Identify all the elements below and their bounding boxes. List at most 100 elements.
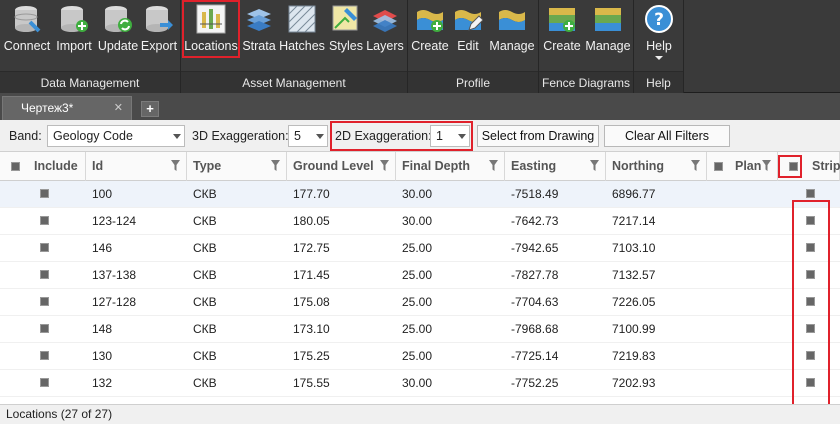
profile-create-button[interactable]: Create [410, 0, 450, 70]
group-label-data-management: Data Management [0, 71, 180, 93]
filter-funnel-icon[interactable] [691, 160, 700, 171]
cell-id: 100 [92, 187, 113, 201]
fence-manage-icon [595, 8, 621, 31]
clear-all-filters-button[interactable]: Clear All Filters [604, 125, 730, 147]
filter-funnel-icon[interactable] [762, 160, 771, 171]
band-select-value: Geology Code [53, 129, 133, 143]
hatch-pattern-icon [288, 5, 316, 33]
cell-type: СКВ [193, 376, 217, 390]
styles-palette-icon [332, 5, 358, 31]
update-label: Update [97, 39, 139, 53]
cell-northing: 6896.77 [612, 187, 656, 201]
filter-funnel-icon[interactable] [380, 160, 389, 171]
profile-manage-button[interactable]: Manage [488, 0, 536, 70]
update-button[interactable]: Update [96, 0, 140, 70]
locations-button[interactable]: Locations [182, 0, 240, 58]
select-from-drawing-button[interactable]: Select from Drawing [477, 125, 599, 147]
exaggeration-2d-select[interactable]: 1 [430, 125, 470, 147]
strata-button[interactable]: Strata [242, 0, 276, 70]
column-header-type[interactable]: Type [187, 152, 287, 181]
column-header-final-depth[interactable]: Final Depth [396, 152, 505, 181]
grid-header: Include Id Type Ground Level Final Depth East… [0, 152, 840, 181]
group-profile: Create Edit Manage Profile [408, 0, 539, 93]
styles-button[interactable]: Styles [328, 0, 364, 70]
exaggeration-2d-value: 1 [436, 129, 443, 143]
cell-easting: -7704.63 [511, 295, 559, 309]
profile-edit-button[interactable]: Edit [452, 0, 484, 70]
column-header-include[interactable]: Include [0, 152, 86, 181]
new-tab-button[interactable]: + [141, 101, 159, 117]
table-row[interactable]: 127-128 СКВ 175.08 25.00 -7704.63 7226.05 [0, 289, 840, 316]
close-tab-icon[interactable]: ✕ [114, 97, 123, 119]
profile-manage-label: Manage [489, 39, 535, 53]
strip-checkbox[interactable] [806, 378, 815, 387]
strip-checkbox[interactable] [806, 243, 815, 252]
filter-funnel-icon[interactable] [590, 160, 599, 171]
table-row[interactable]: 132 СКВ 175.55 30.00 -7752.25 7202.93 [0, 370, 840, 397]
strip-checkbox[interactable] [806, 189, 815, 198]
include-checkbox[interactable] [40, 189, 49, 198]
strip-checkbox[interactable] [806, 297, 815, 306]
table-row[interactable]: 134СКВ173.0530.00-7777.817178.53 [0, 397, 840, 404]
include-checkbox[interactable] [40, 216, 49, 225]
column-header-id[interactable]: Id [86, 152, 187, 181]
fence-manage-button[interactable]: Manage [584, 0, 632, 70]
table-row[interactable]: 148 СКВ 173.10 25.00 -7968.68 7100.99 [0, 316, 840, 343]
fence-create-label: Create [543, 39, 581, 53]
hatches-button[interactable]: Hatches [278, 0, 326, 70]
table-row[interactable]: 123-124 СКВ 180.05 30.00 -7642.73 7217.14 [0, 208, 840, 235]
export-button[interactable]: Export [140, 0, 178, 70]
cell-northing: 7100.99 [612, 322, 656, 336]
cell-final-depth: 30.00 [402, 214, 433, 228]
document-tab[interactable]: Чертеж3* ✕ [2, 96, 132, 120]
band-select[interactable]: Geology Code [47, 125, 185, 147]
hatches-label: Hatches [279, 39, 325, 53]
layers-button[interactable]: Layers [366, 0, 404, 70]
export-label: Export [140, 39, 178, 53]
cell-type: СКВ [193, 349, 217, 363]
cell-northing: 7103.10 [612, 241, 656, 255]
include-checkbox[interactable] [40, 378, 49, 387]
table-row[interactable]: 100 СКВ 177.70 30.00 -7518.49 6896.77 [0, 181, 840, 208]
table-row[interactable]: 146 СКВ 172.75 25.00 -7942.65 7103.10 [0, 235, 840, 262]
database-import-icon [61, 6, 88, 32]
strip-checkbox[interactable] [806, 270, 815, 279]
layers-icon [373, 10, 397, 32]
import-label: Import [56, 39, 92, 53]
header-checkbox[interactable] [11, 162, 20, 171]
column-header-plan[interactable]: Plan [707, 152, 778, 181]
include-checkbox[interactable] [40, 243, 49, 252]
strip-checkbox[interactable] [806, 351, 815, 360]
include-checkbox[interactable] [40, 324, 49, 333]
table-row[interactable]: 130 СКВ 175.25 25.00 -7725.14 7219.83 [0, 343, 840, 370]
strip-checkbox[interactable] [806, 324, 815, 333]
profile-manage-icon [499, 10, 525, 30]
import-button[interactable]: Import [53, 0, 95, 70]
column-header-northing[interactable]: Northing [606, 152, 707, 181]
header-checkbox[interactable] [789, 162, 798, 171]
filter-funnel-icon[interactable] [271, 160, 280, 171]
plan-header-checkbox[interactable] [714, 162, 723, 171]
column-header-easting[interactable]: Easting [505, 152, 606, 181]
strip-checkbox[interactable] [806, 216, 815, 225]
column-header-ground-level[interactable]: Ground Level [287, 152, 396, 181]
cell-final-depth: 25.00 [402, 295, 433, 309]
include-checkbox[interactable] [40, 351, 49, 360]
filter-funnel-icon[interactable] [171, 160, 180, 171]
connect-button[interactable]: Connect [3, 0, 51, 70]
database-refresh-icon [105, 6, 132, 32]
help-button[interactable]: ? Help [637, 0, 681, 70]
locations-label: Locations [184, 39, 238, 53]
table-row[interactable]: 137-138 СКВ 171.45 25.00 -7827.78 7132.57 [0, 262, 840, 289]
exaggeration-3d-select[interactable]: 5 [288, 125, 328, 147]
cell-northing: 7219.83 [612, 349, 656, 363]
column-header-strip[interactable]: Strip [778, 152, 840, 181]
cell-ground-level: 175.08 [293, 295, 330, 309]
help-icon: ? [645, 5, 673, 33]
cell-id: 134 [86, 397, 187, 404]
fence-create-button[interactable]: Create [542, 0, 582, 70]
include-checkbox[interactable] [40, 297, 49, 306]
cell-easting: -7518.49 [511, 187, 559, 201]
filter-funnel-icon[interactable] [489, 160, 498, 171]
include-checkbox[interactable] [40, 270, 49, 279]
